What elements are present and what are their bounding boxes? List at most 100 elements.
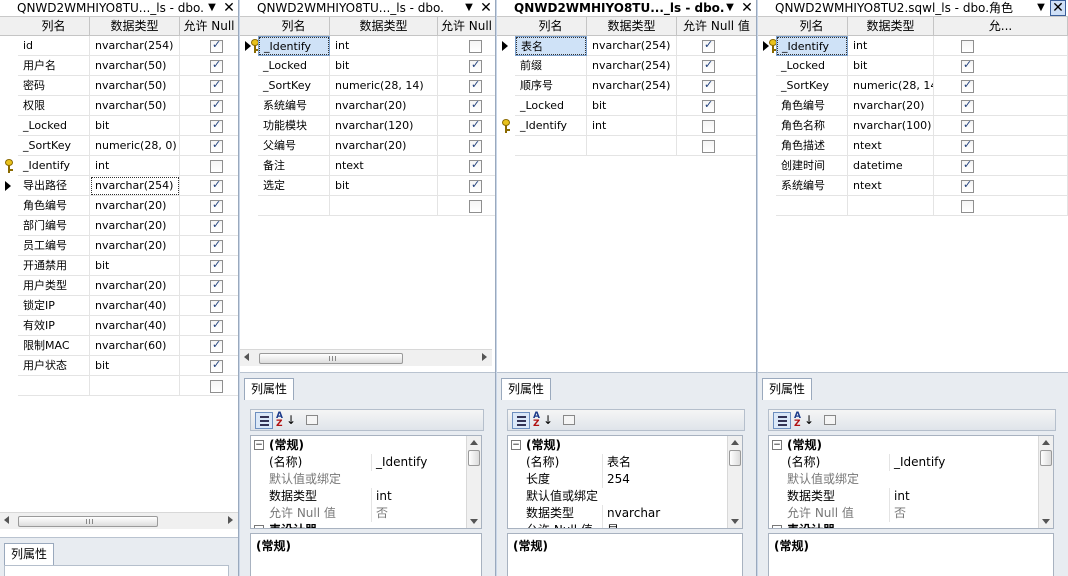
property-value[interactable]: _Identify (371, 454, 465, 471)
cell-column-name[interactable]: 选定 (258, 176, 330, 196)
cell-data-type[interactable]: nvarchar(254) (90, 36, 180, 56)
cell-column-name[interactable]: 开通禁用 (18, 256, 90, 276)
cell-column-name[interactable]: _Locked (776, 56, 848, 76)
header-data-type[interactable]: 数据类型 (330, 17, 438, 36)
collapse-icon[interactable]: − (254, 440, 264, 450)
row-selector[interactable] (240, 36, 259, 56)
property-pages-icon[interactable] (821, 412, 839, 429)
allow-null-checkbox[interactable] (210, 298, 223, 313)
cell-data-type[interactable]: nvarchar(20) (330, 136, 438, 156)
table-row[interactable]: 表名 nvarchar(254) (497, 36, 756, 56)
table-row[interactable]: 系统编号 nvarchar(20) (240, 96, 495, 116)
property-row[interactable]: 允许 Null 值 否 (251, 505, 467, 522)
property-row[interactable]: 允许 Null 值是 (508, 522, 728, 528)
row-selector[interactable] (240, 76, 258, 96)
dropdown-arrow-icon[interactable]: ▼ (205, 0, 219, 16)
allow-null-checkbox[interactable] (469, 178, 482, 193)
allow-null-checkbox[interactable] (469, 98, 482, 113)
cell-data-type[interactable]: nvarchar(40) (90, 296, 180, 316)
table-row[interactable]: _SortKey numeric(28, 14) (758, 76, 1068, 96)
scroll-left-icon[interactable] (4, 516, 9, 524)
table-row[interactable]: 父编号 nvarchar(20) (240, 136, 495, 156)
allow-null-checkbox[interactable] (961, 98, 974, 113)
cell-column-name[interactable]: 前缀 (515, 56, 587, 76)
allow-null-checkbox[interactable] (961, 58, 974, 73)
allow-null-checkbox[interactable] (210, 238, 223, 253)
row-selector[interactable] (758, 116, 776, 136)
cell-data-type[interactable]: nvarchar(100) (848, 116, 934, 136)
scroll-down-icon[interactable] (731, 519, 739, 524)
cell-column-name[interactable]: _Locked (515, 96, 587, 116)
cell-data-type[interactable]: bit (90, 256, 180, 276)
allow-null-checkbox[interactable] (210, 338, 223, 353)
cell-data-type[interactable]: ntext (848, 136, 934, 156)
allow-null-checkbox[interactable] (210, 218, 223, 233)
cell-data-type[interactable]: nvarchar(20) (90, 216, 180, 236)
cell-data-type[interactable]: nvarchar(254) (587, 76, 677, 96)
cell-data-type[interactable]: numeric(28, 0) (90, 136, 180, 156)
property-row[interactable]: 长度 254 (508, 471, 728, 488)
categorized-icon[interactable] (512, 412, 530, 429)
cell-column-name[interactable]: _Locked (18, 116, 90, 136)
vertical-scrollbar[interactable] (1038, 436, 1053, 528)
cell-data-type[interactable]: bit (848, 56, 934, 76)
allow-null-checkbox[interactable] (469, 118, 482, 133)
table-row[interactable]: 角色描述 ntext (758, 136, 1068, 156)
property-value[interactable]: int (371, 488, 465, 505)
table-row[interactable]: 导出路径 nvarchar(254) (0, 176, 238, 196)
allow-null-checkbox[interactable] (469, 58, 482, 73)
cell-data-type[interactable]: bit (330, 56, 438, 76)
cell-data-type[interactable]: nvarchar(40) (90, 316, 180, 336)
row-selector[interactable] (0, 316, 18, 336)
row-selector[interactable] (758, 196, 776, 216)
categorized-icon[interactable] (255, 412, 273, 429)
vertical-scrollbar[interactable] (466, 436, 481, 528)
header-data-type[interactable]: 数据类型 (848, 17, 934, 36)
table-row[interactable]: _Locked bit (497, 96, 756, 116)
alphabetical-icon[interactable]: A Z ↓ (532, 412, 553, 429)
allow-null-checkbox[interactable] (210, 58, 223, 73)
document-tab-title[interactable]: QNWD2WMHIYO8TU..._ls - dbo. (0, 0, 238, 17)
allow-null-checkbox[interactable] (961, 78, 974, 93)
allow-null-checkbox[interactable] (210, 198, 223, 213)
row-selector[interactable] (0, 296, 18, 316)
dropdown-arrow-icon[interactable]: ▼ (1034, 0, 1048, 16)
row-selector[interactable] (0, 336, 18, 356)
allow-null-checkbox[interactable] (210, 38, 223, 53)
row-selector[interactable] (0, 116, 18, 136)
allow-null-checkbox[interactable] (469, 78, 482, 93)
row-selector[interactable] (240, 196, 258, 216)
cell-data-type[interactable]: nvarchar(120) (330, 116, 438, 136)
row-selector[interactable] (0, 56, 18, 76)
allow-null-checkbox[interactable] (961, 158, 974, 173)
property-row[interactable]: 数据类型 nvarchar (508, 505, 728, 522)
property-row[interactable]: − 表设计器 (251, 522, 467, 528)
document-tab-title[interactable]: QNWD2WMHIYO8TU2.sqwl_ls - dbo.角色 (758, 0, 1068, 17)
table-row[interactable]: 部门编号 nvarchar(20) (0, 216, 238, 236)
row-selector[interactable] (0, 276, 18, 296)
property-value[interactable]: 254 (602, 471, 726, 488)
property-row[interactable]: (名称) _Identify (769, 454, 1039, 471)
header-column-name[interactable]: 列名 (258, 17, 330, 36)
table-row[interactable]: 系统编号 ntext (758, 176, 1068, 196)
cell-data-type[interactable]: bit (90, 116, 180, 136)
allow-null-checkbox[interactable] (702, 38, 715, 53)
table-row[interactable]: _Locked bit (240, 56, 495, 76)
cell-data-type[interactable]: nvarchar(20) (330, 96, 438, 116)
cell-data-type[interactable]: nvarchar(254) (90, 176, 180, 196)
cell-column-name[interactable]: 限制MAC (18, 336, 90, 356)
scroll-thumb[interactable] (259, 353, 403, 364)
property-value[interactable]: 是 (602, 522, 726, 528)
row-selector[interactable] (0, 256, 18, 276)
vertical-scrollbar[interactable] (727, 436, 742, 528)
scroll-right-icon[interactable] (482, 353, 487, 361)
dropdown-arrow-icon[interactable]: ▼ (723, 0, 737, 16)
table-row[interactable]: 顺序号 nvarchar(254) (497, 76, 756, 96)
close-icon[interactable]: ✕ (221, 0, 237, 16)
row-selector[interactable] (758, 96, 776, 116)
cell-column-name[interactable]: 顺序号 (515, 76, 587, 96)
property-row[interactable]: − 表设计器 (769, 522, 1039, 528)
header-allow-null[interactable]: 允许 Null (180, 17, 238, 36)
header-allow-null[interactable]: 允... (934, 17, 1068, 36)
property-value[interactable]: _Identify (889, 454, 1037, 471)
